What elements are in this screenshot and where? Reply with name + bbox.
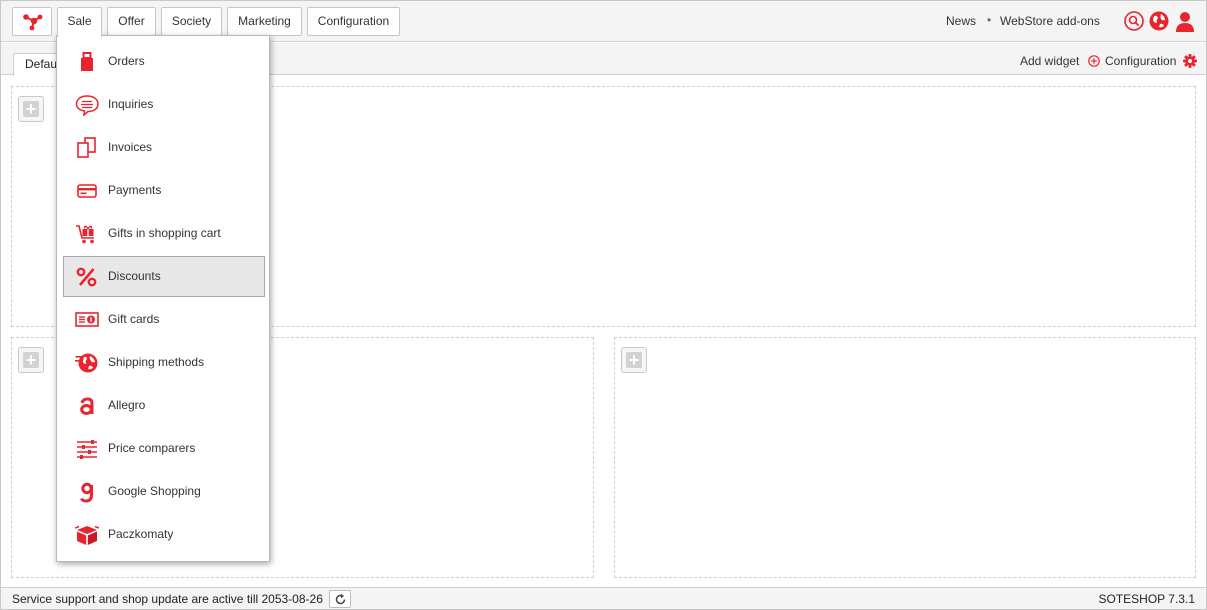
percent-icon [76,267,97,287]
credit-card-icon [77,184,97,198]
nav-offer[interactable]: Offer [107,7,156,36]
nav-configuration[interactable]: Configuration [307,7,400,36]
menu-item-label: Inquiries [108,97,154,111]
menu-item-label: Orders [108,54,145,68]
add-widget-button[interactable] [18,347,44,373]
speech-bubble-icon [75,95,99,116]
menu-item-label: Google Shopping [108,484,201,498]
menu-item-label: Payments [108,183,162,197]
menu-item-inquiries[interactable]: Inquiries [63,84,265,125]
add-widget-link[interactable]: Add widget [1020,54,1079,68]
refresh-icon [335,593,346,605]
add-widget-button[interactable] [18,96,44,122]
menu-item-payments[interactable]: Payments [63,170,265,211]
menu-item-label: Paczkomaty [108,527,174,541]
menu-item-discounts[interactable]: Discounts [63,256,265,297]
google-g-icon [80,482,93,503]
add-widget-button[interactable] [621,347,647,373]
search-icon[interactable] [1124,11,1144,31]
logo-icon [23,14,43,31]
refresh-button[interactable] [329,590,351,608]
support-status-text: Service support and shop update are acti… [12,592,323,606]
nav-marketing[interactable]: Marketing [227,7,302,36]
menu-item-google-shopping[interactable]: Google Shopping [63,471,265,512]
version-label: SOTESHOP 7.3.1 [1098,592,1196,606]
sliders-icon [77,440,97,459]
gift-cart-icon [76,225,94,244]
news-link[interactable]: News [946,14,976,28]
menu-item-price-comparers[interactable]: Price comparers [63,428,265,469]
menu-item-label: Allegro [108,398,146,412]
menu-item-gifts-in-cart[interactable]: Gifts in shopping cart [63,213,265,254]
plus-circle-icon[interactable] [1088,55,1100,67]
status-bar: Service support and shop update are acti… [1,587,1206,609]
menu-item-label: Invoices [108,140,153,154]
shipping-globe-icon [75,353,98,373]
menu-item-orders[interactable]: Orders [63,41,265,82]
nav-sale[interactable]: Sale [57,7,102,38]
widget-area-right [614,337,1196,578]
menu-item-gift-cards[interactable]: Gift cards [63,299,265,340]
menu-item-allegro[interactable]: Allegro [63,385,265,426]
sale-dropdown-menu: Orders Inquiries Invoices Payments Gifts… [56,35,270,562]
gear-icon[interactable] [1183,54,1197,68]
menu-item-label: Gifts in shopping cart [108,226,221,240]
parcel-box-icon [75,525,99,545]
configuration-link[interactable]: Configuration [1105,54,1176,68]
menu-item-label: Gift cards [108,312,160,326]
webstore-addons-link[interactable]: WebStore add-ons [1000,14,1100,28]
gift-card-icon [75,312,99,327]
menu-item-label: Discounts [108,269,161,283]
menu-item-invoices[interactable]: Invoices [63,127,265,168]
logo-button[interactable] [12,7,52,36]
nav-society[interactable]: Society [161,7,222,36]
user-icon[interactable] [1175,11,1195,32]
menu-item-paczkomaty[interactable]: Paczkomaty [63,514,265,555]
menu-item-label: Shipping methods [108,355,205,369]
separator-dot: • [987,13,992,27]
bag-icon [81,52,93,71]
globe-icon[interactable] [1149,11,1169,31]
menu-item-label: Price comparers [108,441,196,455]
menu-item-shipping-methods[interactable]: Shipping methods [63,342,265,383]
documents-icon [77,137,96,158]
allegro-icon [80,397,94,415]
